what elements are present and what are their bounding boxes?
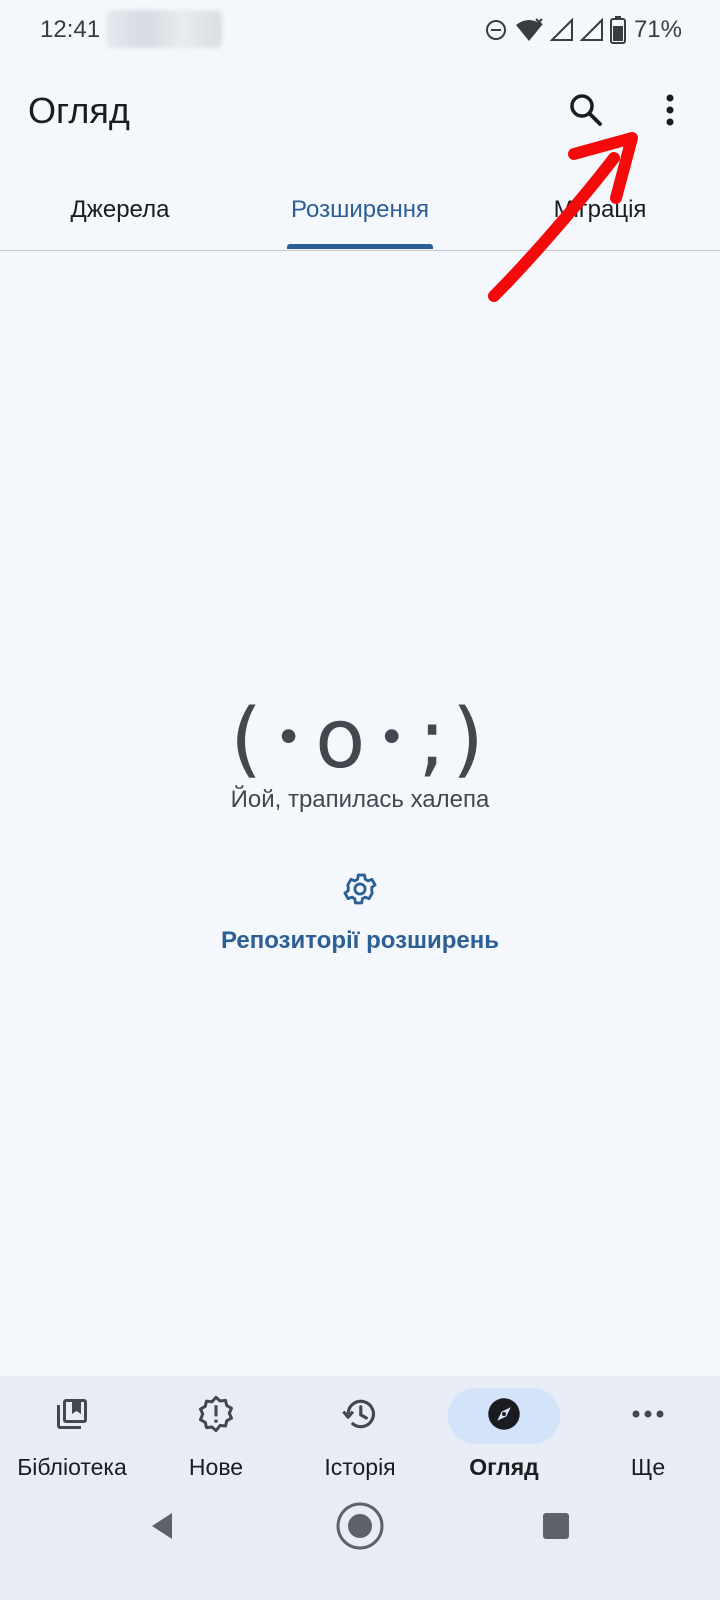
signal-icon-2 xyxy=(579,18,604,42)
nav-label-history: Історія xyxy=(324,1454,396,1480)
battery-percent: 71% xyxy=(633,16,682,43)
page-title: Огляд xyxy=(28,90,130,131)
back-icon xyxy=(148,1511,176,1546)
updates-badge-icon xyxy=(197,1395,235,1438)
nav-pill xyxy=(304,1388,416,1444)
history-icon xyxy=(341,1395,379,1438)
do-not-disturb-icon xyxy=(484,18,508,42)
signal-icon xyxy=(549,18,574,42)
nav-pill xyxy=(592,1388,704,1444)
nav-label-browse: Огляд xyxy=(469,1454,539,1480)
tab-sources[interactable]: Джерела xyxy=(0,170,240,250)
recents-icon xyxy=(542,1512,570,1545)
more-horiz-icon xyxy=(630,1407,666,1425)
wifi-icon xyxy=(514,17,544,43)
more-options-button[interactable] xyxy=(642,84,698,140)
tab-indicator xyxy=(287,244,433,249)
nav-pill xyxy=(160,1388,272,1444)
system-home-button[interactable] xyxy=(320,1488,400,1568)
tab-extensions[interactable]: Розширення xyxy=(240,170,480,250)
error-face-emoticon: (･o･;) xyxy=(230,692,490,787)
extension-repos-label: Репозиторії розширень xyxy=(220,927,500,954)
nav-item-updates[interactable]: Нове xyxy=(144,1388,288,1488)
library-icon xyxy=(54,1396,90,1437)
compass-icon xyxy=(486,1396,522,1437)
nav-label-library: Бібліотека xyxy=(17,1454,127,1480)
nav-pill xyxy=(16,1388,128,1444)
status-time: 12:41 xyxy=(40,16,101,43)
nav-item-more[interactable]: Ще xyxy=(576,1388,720,1488)
gear-icon xyxy=(341,870,379,913)
extension-repos-button[interactable]: Репозиторії розширень xyxy=(210,870,510,960)
battery-icon xyxy=(609,16,626,44)
nav-item-history[interactable]: Історія xyxy=(288,1388,432,1488)
nav-item-browse[interactable]: Огляд xyxy=(432,1388,576,1488)
red-arrow-icon xyxy=(470,120,650,315)
blurred-notification-area xyxy=(106,10,222,48)
nav-item-library[interactable]: Бібліотека xyxy=(0,1388,144,1488)
home-icon xyxy=(335,1501,385,1556)
nav-label-updates: Нове xyxy=(188,1454,244,1480)
nav-pill-active xyxy=(448,1388,560,1444)
system-recents-button[interactable] xyxy=(516,1488,596,1568)
status-icons: 71% xyxy=(484,14,682,46)
system-navigation-bar xyxy=(0,1488,720,1568)
nav-label-more: Ще xyxy=(630,1454,666,1480)
more-vert-icon xyxy=(664,93,676,132)
error-message: Йой, трапилась халепа xyxy=(230,786,490,813)
status-bar: 12:41 71% xyxy=(0,0,720,60)
system-back-button[interactable] xyxy=(122,1488,202,1568)
